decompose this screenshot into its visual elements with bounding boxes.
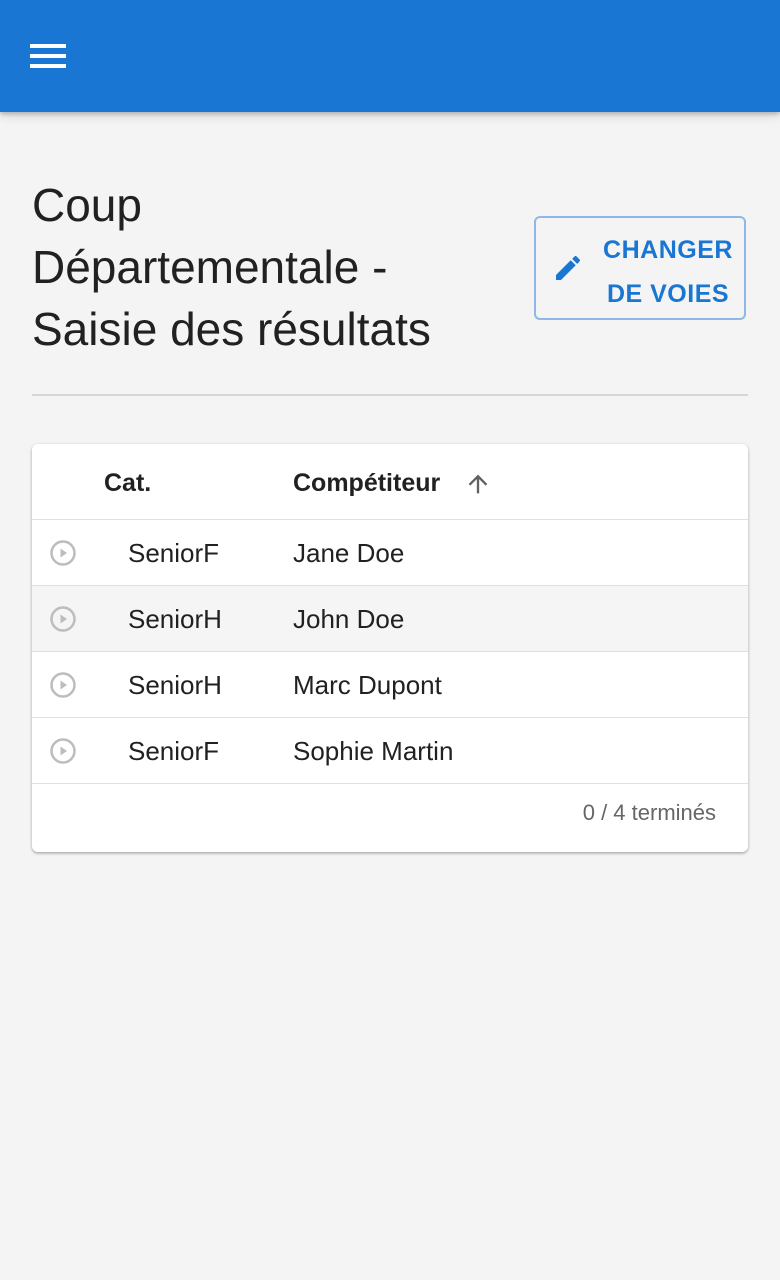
row-competitor: Sophie Martin	[293, 736, 454, 766]
row-category: SeniorF	[128, 736, 220, 766]
menu-button[interactable]	[18, 30, 78, 82]
table-row[interactable]: SeniorF Sophie Martin	[32, 718, 748, 784]
results-table-card: Cat. Compétiteur SeniorF Jane Doe Senior…	[32, 444, 748, 852]
completion-status: 0 / 4 terminés	[582, 800, 716, 825]
play-circle-icon[interactable]	[49, 671, 77, 699]
app-bar	[0, 0, 780, 112]
row-category: SeniorH	[128, 604, 222, 634]
change-lanes-label: CHANGER DE VOIES	[598, 228, 738, 316]
change-lanes-label-line: CHANGER	[603, 236, 733, 264]
table-header: Cat. Compétiteur	[32, 444, 748, 520]
hamburger-menu-icon	[30, 44, 66, 68]
page-title-line: Coup	[32, 179, 142, 231]
row-category: SeniorF	[128, 538, 220, 568]
table-row[interactable]: SeniorH John Doe	[32, 586, 748, 652]
page-title-line: Départementale -	[32, 241, 388, 293]
arrow-up-icon[interactable]	[464, 470, 492, 498]
change-lanes-label-line: DE VOIES	[606, 280, 730, 308]
play-circle-icon[interactable]	[49, 605, 77, 633]
row-competitor: Marc Dupont	[293, 670, 442, 700]
column-header-category[interactable]: Cat.	[104, 444, 151, 519]
divider	[32, 394, 748, 396]
page-title: Coup Départementale - Saisie des résulta…	[32, 174, 512, 360]
table-row[interactable]: SeniorF Jane Doe	[32, 520, 748, 586]
table-row[interactable]: SeniorH Marc Dupont	[32, 652, 748, 718]
pencil-icon	[556, 255, 581, 280]
play-circle-icon[interactable]	[49, 539, 77, 567]
change-lanes-button[interactable]: CHANGER DE VOIES	[534, 216, 746, 320]
row-competitor: Jane Doe	[293, 538, 405, 568]
play-circle-icon[interactable]	[49, 737, 77, 765]
page-title-line: Saisie des résultats	[32, 303, 431, 355]
row-competitor: John Doe	[293, 604, 405, 634]
row-category: SeniorH	[128, 670, 222, 700]
column-header-competitor[interactable]: Compétiteur	[293, 444, 440, 519]
